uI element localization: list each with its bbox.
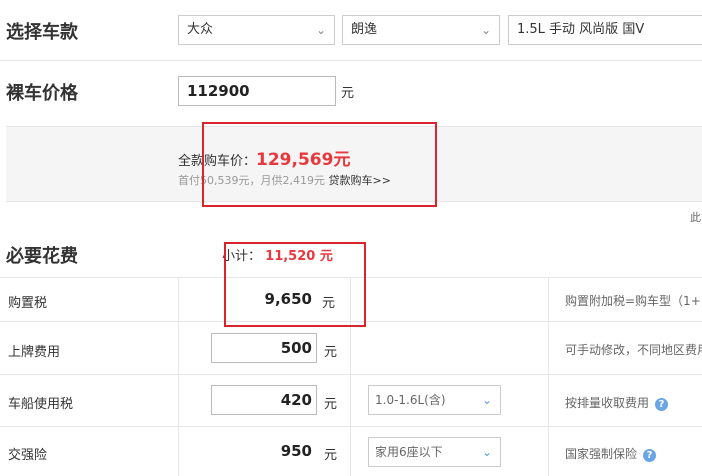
plate-fee-unit: 元: [324, 345, 338, 360]
chevron-down-icon: ⌄: [480, 23, 491, 37]
bare-price-unit: 元: [341, 86, 355, 101]
brand-select[interactable]: 大众 ⌄: [178, 15, 335, 45]
highlight-box: [202, 122, 437, 207]
divider: [0, 374, 702, 375]
plate-fee-input[interactable]: 500: [211, 333, 317, 363]
compulsory-insurance-value: 950: [280, 442, 312, 460]
version-select[interactable]: 1.5L 手动 风尚版 国V: [508, 15, 702, 45]
required-costs-title: 必要花费: [6, 246, 78, 267]
chevron-down-icon: ⌄: [481, 393, 492, 407]
version-select-value: 1.5L 手动 风尚版 国V: [517, 22, 645, 37]
vehicle-tax-note-line: 按排量收取费用?: [565, 394, 669, 411]
compulsory-insurance-note-line: 国家强制保险?: [565, 445, 657, 462]
row-label-purchase-tax: 购置税: [8, 296, 48, 311]
help-icon[interactable]: ?: [655, 398, 669, 411]
chevron-down-icon: ⌄: [315, 23, 326, 37]
bare-price-title: 裸车价格: [6, 83, 78, 104]
model-select-value: 朗逸: [351, 22, 378, 37]
vehicle-tax-unit: 元: [324, 397, 338, 412]
chevron-down-icon: ⌄: [481, 445, 492, 459]
row-label-plate-fee: 上牌费用: [8, 345, 61, 360]
vehicle-tax-note: 按排量收取费用: [565, 396, 650, 410]
help-icon[interactable]: ?: [643, 449, 657, 462]
divider: [0, 60, 702, 61]
compulsory-insurance-unit: 元: [324, 448, 338, 463]
row-label-compulsory-insurance: 交强险: [8, 448, 48, 463]
bare-price-input[interactable]: 112900: [178, 76, 336, 106]
seat-type-select-value: 家用6座以下: [375, 445, 443, 459]
displacement-select[interactable]: 1.0-1.6L(含) ⌄: [368, 385, 501, 415]
select-car-title: 选择车款: [6, 22, 78, 43]
column-divider: [548, 277, 549, 476]
model-select[interactable]: 朗逸 ⌄: [342, 15, 500, 45]
displacement-select-value: 1.0-1.6L(含): [375, 393, 446, 407]
side-text: 此: [690, 211, 701, 224]
seat-type-select[interactable]: 家用6座以下 ⌄: [368, 437, 501, 467]
purchase-tax-note: 购置附加税=购车型（1+1: [565, 294, 702, 308]
column-divider: [178, 277, 179, 476]
divider: [0, 426, 702, 427]
row-label-vehicle-tax: 车船使用税: [8, 397, 74, 412]
plate-fee-note: 可手动修改，不同地区费用: [565, 343, 702, 357]
vehicle-tax-input[interactable]: 420: [211, 385, 317, 415]
brand-select-value: 大众: [187, 22, 214, 37]
compulsory-insurance-note: 国家强制保险: [565, 447, 638, 461]
highlight-box: [224, 242, 366, 327]
